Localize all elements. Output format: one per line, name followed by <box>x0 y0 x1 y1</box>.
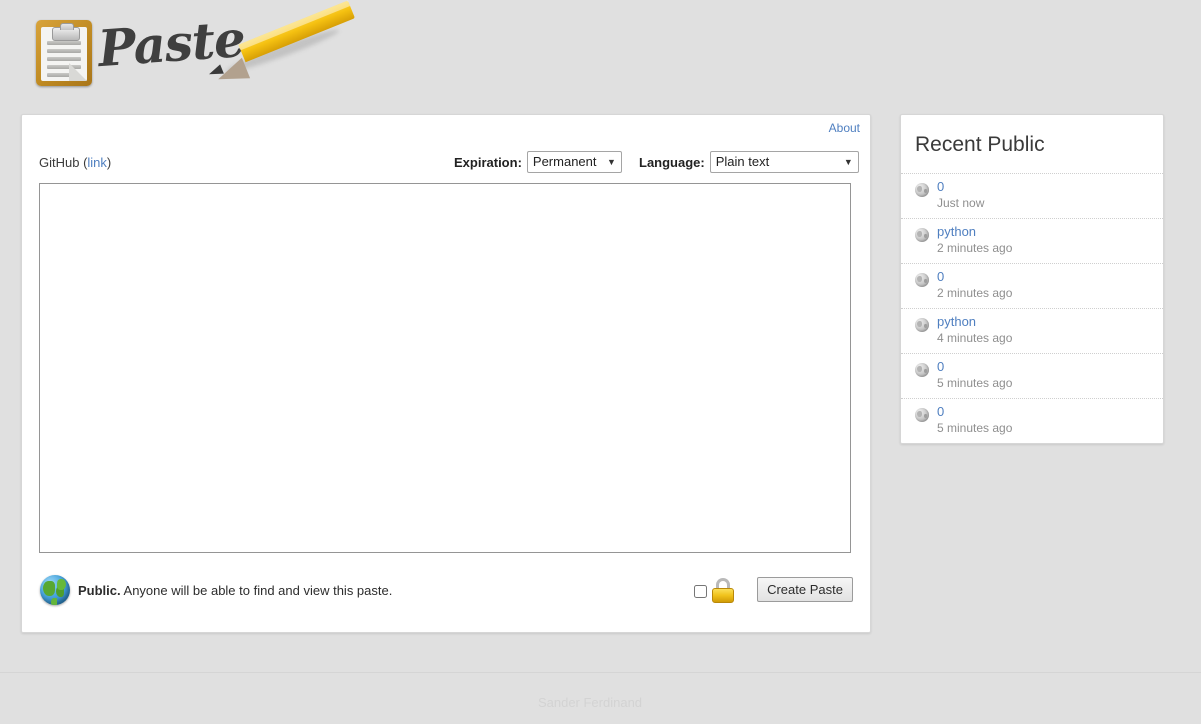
language-label: Language: <box>639 154 705 170</box>
globe-icon <box>915 363 929 377</box>
github-link[interactable]: link <box>87 155 107 170</box>
paste-toolbar: GitHub (link) Expiration: Permanent ▼ La… <box>22 151 870 179</box>
about-row: About <box>829 121 860 135</box>
site-logo[interactable]: Paste <box>32 0 355 98</box>
list-item[interactable]: python 4 minutes ago <box>901 308 1163 353</box>
recent-paste-time: Just now <box>937 196 985 210</box>
paste-options-bar: Public. Anyone will be able to find and … <box>22 571 870 617</box>
recent-paste-link[interactable]: python <box>937 224 976 239</box>
globe-icon <box>915 183 929 197</box>
lock-icon[interactable] <box>712 578 734 603</box>
private-checkbox[interactable] <box>694 585 707 598</box>
recent-public-title: Recent Public <box>915 133 1045 156</box>
list-item[interactable]: 0 5 minutes ago <box>901 353 1163 398</box>
expiration-value: Permanent <box>532 154 597 169</box>
globe-icon <box>40 575 70 605</box>
recent-paste-time: 5 minutes ago <box>937 421 1013 435</box>
recent-paste-link[interactable]: python <box>937 314 976 329</box>
language-group: Language: Plain text ▼ <box>639 151 859 173</box>
list-item[interactable]: python 2 minutes ago <box>901 218 1163 263</box>
recent-paste-link[interactable]: 0 <box>937 359 944 374</box>
clipboard-clamp <box>52 23 80 41</box>
recent-paste-time: 2 minutes ago <box>937 241 1013 255</box>
recent-paste-time: 5 minutes ago <box>937 376 1013 390</box>
visibility-label: Public. <box>78 583 121 598</box>
visibility-text: Anyone will be able to find and view thi… <box>120 583 393 598</box>
expiration-label: Expiration: <box>454 154 522 170</box>
chevron-down-icon: ▼ <box>843 157 853 167</box>
expiration-select[interactable]: Permanent ▼ <box>526 151 622 173</box>
github-suffix-text: ) <box>106 155 112 170</box>
page-header: Paste <box>0 0 1201 114</box>
globe-icon <box>915 228 929 242</box>
recent-paste-link[interactable]: 0 <box>937 269 944 284</box>
list-item[interactable]: 0 5 minutes ago <box>901 398 1163 443</box>
language-value: Plain text <box>715 154 770 169</box>
recent-public-panel: Recent Public 0 Just now python 2 minute… <box>900 114 1164 444</box>
chevron-down-icon: ▼ <box>606 157 616 167</box>
paste-form-card: About GitHub (link) Expiration: Permanen… <box>21 114 871 633</box>
paste-content-textarea[interactable] <box>39 183 851 553</box>
recent-paste-link[interactable]: 0 <box>937 179 944 194</box>
recent-paste-time: 2 minutes ago <box>937 286 1013 300</box>
globe-icon <box>915 318 929 332</box>
recent-paste-link[interactable]: 0 <box>937 404 944 419</box>
globe-icon <box>915 408 929 422</box>
about-link[interactable]: About <box>829 121 860 135</box>
visibility-description: Public. Anyone will be able to find and … <box>78 583 392 598</box>
pencil-icon <box>204 0 364 90</box>
create-paste-button[interactable]: Create Paste <box>757 577 853 602</box>
footer-credit: Sander Ferdinand <box>537 695 643 710</box>
expiration-group: Expiration: Permanent ▼ <box>454 151 622 173</box>
page-footer: Sander Ferdinand <box>0 672 1201 724</box>
clipboard-icon <box>36 20 92 86</box>
globe-icon <box>915 273 929 287</box>
github-label: GitHub (link) <box>39 155 111 170</box>
list-item[interactable]: 0 2 minutes ago <box>901 263 1163 308</box>
recent-paste-time: 4 minutes ago <box>937 331 1013 345</box>
github-prefix-text: GitHub ( <box>39 155 88 170</box>
language-select[interactable]: Plain text ▼ <box>709 151 859 173</box>
list-item[interactable]: 0 Just now <box>901 173 1163 218</box>
